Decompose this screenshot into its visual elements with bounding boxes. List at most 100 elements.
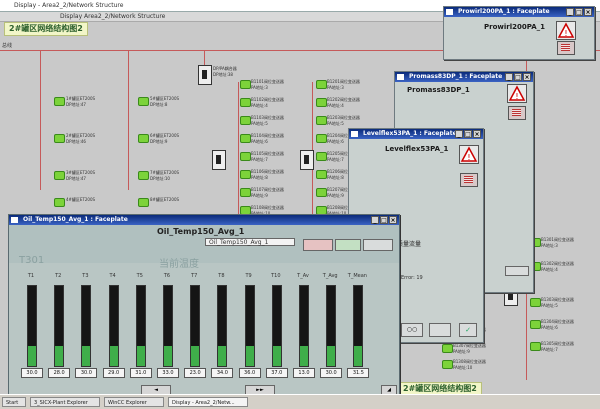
minimize-button[interactable]: _: [505, 73, 513, 81]
channel-bar-fill: [191, 346, 200, 366]
valve-node[interactable]: [316, 80, 327, 89]
window-button[interactable]: [429, 323, 451, 337]
et200s-node[interactable]: [138, 171, 149, 180]
valve-node[interactable]: [316, 134, 327, 143]
valve-node[interactable]: [316, 98, 327, 107]
list-view-icon[interactable]: [557, 41, 575, 55]
et200s-node[interactable]: [138, 134, 149, 143]
alarm-warning-icon[interactable]: !: [507, 84, 527, 103]
promass-title-bar[interactable]: Promass83DP_1 : Faceplate _ □ ×: [395, 72, 533, 82]
valve-node[interactable]: [530, 320, 541, 329]
list-view-icon[interactable]: [460, 173, 478, 187]
prowirl-title-bar[interactable]: Prowirl200PA_1 : Faceplate _ □ ×: [444, 7, 594, 17]
overview-button[interactable]: [363, 239, 393, 251]
valve-node[interactable]: [442, 344, 453, 353]
minimize-button[interactable]: _: [455, 130, 463, 138]
list-view-icon[interactable]: [508, 106, 526, 120]
valve-node[interactable]: [240, 188, 251, 197]
et200s-node[interactable]: [138, 198, 149, 207]
close-button[interactable]: ×: [389, 216, 397, 224]
node-sub: PA地址:4: [541, 267, 558, 272]
channel-bar: [244, 285, 255, 367]
node-sub: DP地址:47: [66, 102, 86, 107]
promass-device-name: Promass83DP_1: [407, 86, 470, 94]
et200s-node[interactable]: [54, 171, 65, 180]
channel-bar: [326, 285, 337, 367]
levelflex-title-bar[interactable]: Levelflex53PA_1 : Faceplate _ □ ×: [349, 129, 483, 139]
maximize-button[interactable]: □: [380, 216, 388, 224]
channel-bar-fill: [272, 346, 281, 366]
valve-node[interactable]: [240, 80, 251, 89]
et200s-node[interactable]: [54, 134, 65, 143]
et200s-node[interactable]: [54, 198, 65, 207]
dp-pa-coupler-icon[interactable]: [198, 65, 212, 85]
node-sub: DP地址:8: [150, 102, 168, 107]
scroll-button[interactable]: [505, 266, 529, 276]
valve-node[interactable]: [240, 116, 251, 125]
channel-value: 37.0: [265, 368, 288, 378]
minimize-button[interactable]: _: [566, 8, 574, 16]
levelflex-field-label: 质量流量: [397, 241, 422, 248]
maximize-button[interactable]: □: [575, 8, 583, 16]
valve-node[interactable]: [240, 98, 251, 107]
levelflex-device-name: Levelflex53PA_1: [385, 145, 449, 153]
valve-node[interactable]: [240, 170, 251, 179]
channel-label: T4: [109, 273, 116, 279]
oil-tag-field[interactable]: Oil_Temp150_Avg_1: [205, 238, 295, 246]
minimize-button[interactable]: _: [371, 216, 379, 224]
taskbar-item-display[interactable]: Display - Area2_2/Netw...: [168, 397, 248, 407]
valve-node[interactable]: [316, 188, 327, 197]
node-sub: PA地址:7: [541, 347, 558, 352]
channel-label: T7: [191, 273, 198, 279]
channel-value: 33.0: [157, 368, 179, 378]
alarm-warning-icon[interactable]: !: [556, 21, 576, 40]
node-sub: PA地址:4: [327, 103, 344, 108]
trend-button[interactable]: [335, 239, 361, 251]
close-button[interactable]: ×: [523, 73, 531, 81]
valve-node[interactable]: [530, 342, 541, 351]
bus-label: 总线: [2, 43, 13, 49]
node-sub: PA地址:7: [327, 157, 344, 162]
maximize-button[interactable]: □: [514, 73, 522, 81]
page-banner: 2#罐区网络结构图2: [4, 22, 88, 36]
valve-node[interactable]: [316, 152, 327, 161]
channel-bar-fill: [300, 346, 308, 366]
valve-node[interactable]: [316, 170, 327, 179]
valve-node[interactable]: [530, 298, 541, 307]
window-controls: _ □ ×: [455, 130, 481, 138]
channel-bar-fill: [55, 346, 64, 366]
taskbar-item-wincc[interactable]: WinCC Explorer: [104, 397, 164, 407]
levelflex-error-text: Error: 19: [401, 275, 423, 281]
close-button[interactable]: ×: [584, 8, 592, 16]
channel-label: T1: [27, 273, 35, 279]
channel-label: T9: [245, 273, 252, 279]
channel-value: 23.0: [184, 368, 207, 378]
alarm-warning-icon[interactable]: !: [459, 145, 479, 164]
channel-bar-fill: [164, 346, 172, 366]
node-sub: PA地址:9: [327, 193, 344, 198]
taskbar-item-plant-explorer[interactable]: 3_SICX-Plant Explorer: [30, 397, 100, 407]
oil-title-bar[interactable]: Oil_Temp150_Avg_1 : Faceplate _ □ ×: [9, 215, 399, 225]
et200s-node[interactable]: [138, 97, 149, 106]
alarm-list-button[interactable]: [303, 239, 333, 251]
channel-bar-fill: [109, 346, 118, 366]
start-button[interactable]: Start: [2, 397, 26, 407]
node-sub: PA地址:5: [541, 303, 558, 308]
node-label: 8#罐区ET200S: [150, 197, 180, 202]
ok-check-button[interactable]: ✓: [459, 323, 477, 337]
valve-node[interactable]: [442, 360, 453, 369]
pa-link-icon-1[interactable]: [212, 150, 226, 170]
valve-node[interactable]: [240, 134, 251, 143]
et200s-node[interactable]: [54, 97, 65, 106]
channel-bar-fill: [327, 346, 336, 366]
valve-node[interactable]: [240, 152, 251, 161]
close-button[interactable]: ×: [473, 130, 481, 138]
double-circle-button[interactable]: ○○: [401, 323, 423, 337]
maximize-button[interactable]: □: [464, 130, 472, 138]
levelflex-title: Levelflex53PA_1 : Faceplate: [363, 130, 457, 137]
channel-label: T10: [271, 273, 281, 279]
valve-node[interactable]: [316, 116, 327, 125]
channel-value: 29.0: [102, 368, 125, 378]
node-sub: PA地址:6: [327, 139, 344, 144]
pa-link-icon-2[interactable]: [300, 150, 314, 170]
